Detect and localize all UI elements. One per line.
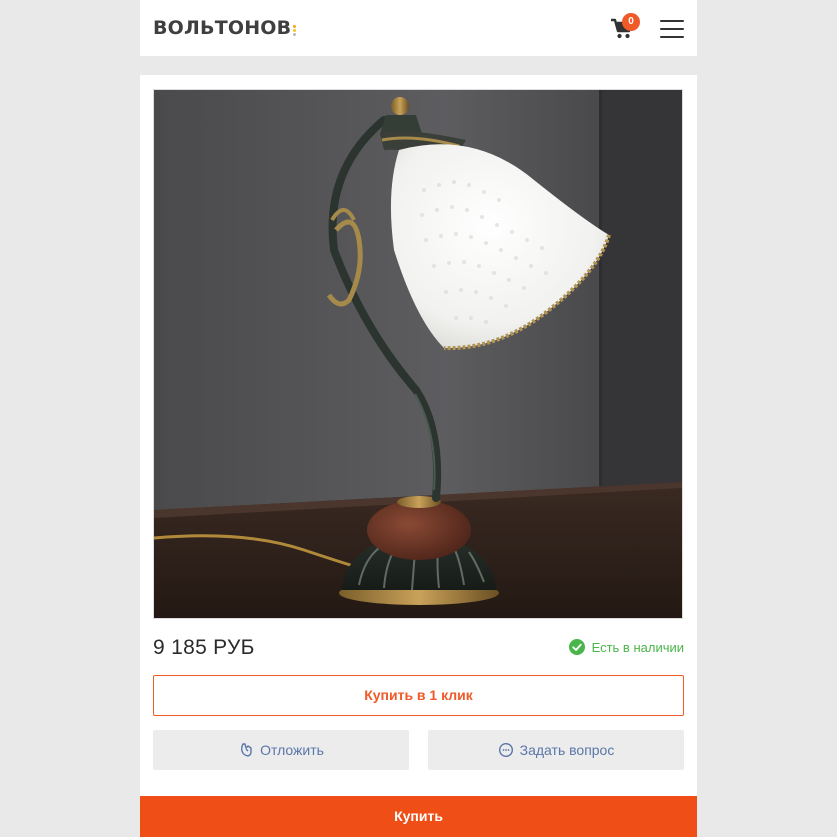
site-header: ВОЛЬТОНОВ 0 (140, 0, 697, 56)
defer-button[interactable]: Отложить (153, 730, 409, 770)
buy-one-click-button[interactable]: Купить в 1 клик (153, 675, 684, 716)
ask-question-button[interactable]: Задать вопрос (428, 730, 684, 770)
defer-icon (241, 743, 252, 757)
logo-dots (293, 24, 297, 36)
logo-text: ВОЛЬТОНОВ (153, 17, 292, 39)
hamburger-menu-icon[interactable] (660, 19, 684, 39)
chat-icon (498, 742, 513, 758)
buy-button[interactable]: Купить (140, 796, 697, 837)
product-image[interactable] (153, 89, 683, 619)
product-card: 9 185 РУБ Есть в наличии Купить в 1 клик… (140, 75, 697, 837)
product-price: 9 185 РУБ (153, 636, 255, 659)
stock-text: Есть в наличии (591, 639, 684, 655)
check-circle-icon (568, 639, 585, 655)
stock-status: Есть в наличии (568, 639, 684, 655)
logo[interactable]: ВОЛЬТОНОВ (153, 15, 297, 41)
defer-label: Отложить (260, 742, 324, 758)
ask-question-label: Задать вопрос (519, 742, 615, 758)
cart-count-badge: 0 (622, 13, 640, 31)
table-lamp-photo (154, 90, 682, 618)
